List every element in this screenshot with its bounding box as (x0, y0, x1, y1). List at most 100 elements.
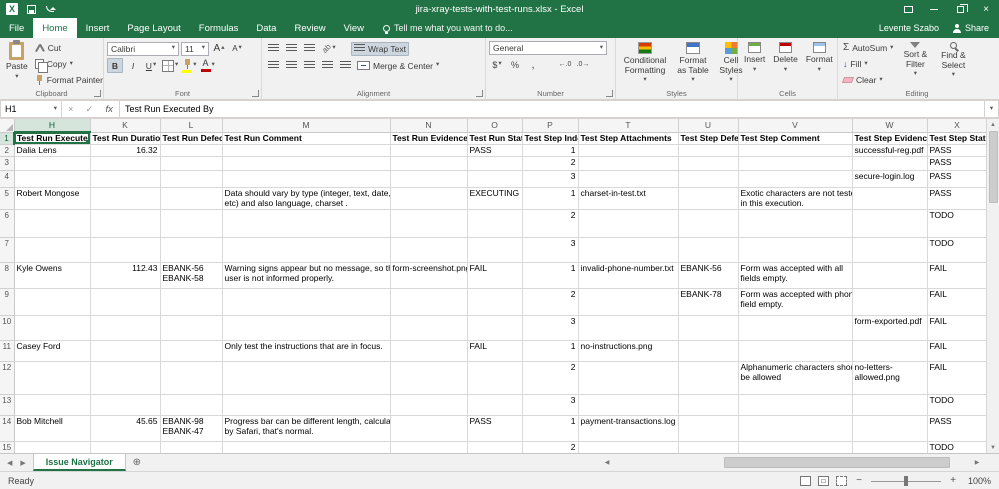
row-header-10[interactable]: 10 (0, 315, 14, 340)
column-header-V[interactable]: V (738, 119, 852, 132)
cell-M13[interactable] (222, 394, 390, 415)
cell-U13[interactable] (678, 394, 738, 415)
cell-N11[interactable] (390, 340, 467, 361)
cell-V7[interactable] (738, 237, 852, 262)
cell-H12[interactable] (14, 361, 90, 394)
cell-T9[interactable] (578, 288, 678, 315)
cell-K11[interactable] (90, 340, 160, 361)
share-button[interactable]: Share (953, 23, 989, 33)
tab-home[interactable]: Home (33, 18, 76, 38)
cell-V13[interactable] (738, 394, 852, 415)
cell-K5[interactable] (90, 187, 160, 209)
cell-H13[interactable] (14, 394, 90, 415)
format-as-table-button[interactable]: Format as Table ▾ (673, 41, 713, 85)
cell-P12[interactable]: 2 (522, 361, 578, 394)
cell-M2[interactable] (222, 144, 390, 156)
cell-U1[interactable]: Test Step Defects (678, 132, 738, 144)
horizontal-scroll-track[interactable] (613, 457, 971, 468)
copy-button[interactable]: Copy ▾ (33, 57, 105, 71)
column-header-L[interactable]: L (160, 119, 222, 132)
cell-T13[interactable] (578, 394, 678, 415)
restore-button[interactable] (947, 0, 973, 18)
zoom-slider[interactable] (871, 476, 941, 486)
cell-K14[interactable]: 45.65 (90, 415, 160, 441)
cell-H8[interactable]: Kyle Owens (14, 262, 90, 288)
cell-U6[interactable] (678, 209, 738, 237)
zoom-slider-thumb[interactable] (904, 476, 908, 486)
cell-X11[interactable]: FAIL (927, 340, 987, 361)
cell-H6[interactable] (14, 209, 90, 237)
cell-O11[interactable]: FAIL (467, 340, 522, 361)
cell-N8[interactable]: form-screenshot.png (390, 262, 467, 288)
column-header-O[interactable]: O (467, 119, 522, 132)
font-color-button[interactable]: A ▾ (200, 58, 216, 73)
cell-X10[interactable]: FAIL (927, 315, 987, 340)
tab-review[interactable]: Review (285, 18, 334, 38)
cell-H10[interactable] (14, 315, 90, 340)
cell-K2[interactable]: 16.32 (90, 144, 160, 156)
column-header-T[interactable]: T (578, 119, 678, 132)
fill-button[interactable]: ↓ Fill ▾ (841, 57, 895, 71)
cell-X7[interactable]: TODO (927, 237, 987, 262)
cell-L9[interactable] (160, 288, 222, 315)
sort-filter-button[interactable]: Sort & Filter ▾ (897, 41, 933, 79)
cell-W2[interactable]: successful-reg.pdf (852, 144, 927, 156)
cell-L3[interactable] (160, 156, 222, 170)
column-header-X[interactable]: X (927, 119, 987, 132)
autosum-button[interactable]: Σ AutoSum ▾ (841, 41, 895, 55)
bottom-align-button[interactable] (301, 41, 317, 56)
cell-L6[interactable] (160, 209, 222, 237)
page-break-view-button[interactable] (836, 476, 847, 486)
cell-L1[interactable]: Test Run Defects (160, 132, 222, 144)
find-select-button[interactable]: Find & Select ▾ (935, 41, 971, 80)
cell-T2[interactable] (578, 144, 678, 156)
conditional-formatting-button[interactable]: Conditional Formatting ▾ (619, 41, 671, 85)
cell-K12[interactable] (90, 361, 160, 394)
cell-T15[interactable] (578, 441, 678, 453)
cell-T11[interactable]: no-instructions.png (578, 340, 678, 361)
wrap-text-button[interactable]: Wrap Text (351, 42, 409, 56)
page-layout-view-button[interactable] (818, 476, 829, 486)
cell-U15[interactable] (678, 441, 738, 453)
column-header-U[interactable]: U (678, 119, 738, 132)
cell-V14[interactable] (738, 415, 852, 441)
cell-P15[interactable]: 2 (522, 441, 578, 453)
cell-X4[interactable]: PASS (927, 170, 987, 187)
scroll-right-arrow[interactable]: ▶ (971, 459, 983, 466)
cell-K15[interactable] (90, 441, 160, 453)
cell-N5[interactable] (390, 187, 467, 209)
cell-L8[interactable]: EBANK-56 EBANK-58 (160, 262, 222, 288)
row-header-5[interactable]: 5 (0, 187, 14, 209)
cell-L2[interactable] (160, 144, 222, 156)
scroll-left-arrow[interactable]: ◀ (601, 459, 613, 466)
cell-M10[interactable] (222, 315, 390, 340)
row-header-8[interactable]: 8 (0, 262, 14, 288)
cell-V4[interactable] (738, 170, 852, 187)
comma-style-button[interactable]: , (525, 57, 541, 72)
ribbon-display-options-button[interactable] (895, 0, 921, 18)
cell-V2[interactable] (738, 144, 852, 156)
cell-P9[interactable]: 2 (522, 288, 578, 315)
cell-W1[interactable]: Test Step Evidences (852, 132, 927, 144)
cell-P14[interactable]: 1 (522, 415, 578, 441)
cell-X8[interactable]: FAIL (927, 262, 987, 288)
cell-O4[interactable] (467, 170, 522, 187)
cell-M6[interactable] (222, 209, 390, 237)
underline-button[interactable]: U▾ (143, 58, 159, 73)
cell-H9[interactable] (14, 288, 90, 315)
cell-N12[interactable] (390, 361, 467, 394)
cell-U4[interactable] (678, 170, 738, 187)
cell-U10[interactable] (678, 315, 738, 340)
scroll-up-arrow[interactable]: ▲ (990, 119, 996, 130)
column-header-N[interactable]: N (390, 119, 467, 132)
vertical-scrollbar[interactable]: ▲ ▼ (986, 119, 999, 453)
close-button[interactable]: × (973, 0, 999, 18)
cell-W15[interactable] (852, 441, 927, 453)
tab-insert[interactable]: Insert (77, 18, 119, 38)
format-cells-button[interactable]: Format ▾ (803, 41, 836, 74)
cell-H3[interactable] (14, 156, 90, 170)
row-header-7[interactable]: 7 (0, 237, 14, 262)
cell-H1[interactable]: Test Run Executed By (14, 132, 90, 144)
tell-me-box[interactable]: Tell me what you want to do... (383, 18, 513, 38)
cell-O13[interactable] (467, 394, 522, 415)
